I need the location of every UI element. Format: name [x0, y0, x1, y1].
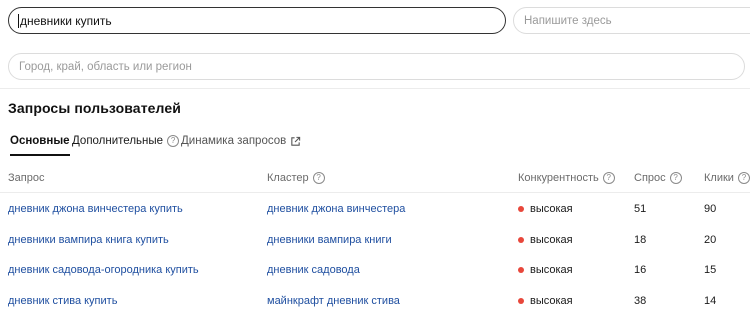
competition-cell: высокая — [518, 234, 573, 246]
competition-dot-icon — [518, 298, 524, 304]
tab-main-label: Основные — [10, 135, 70, 147]
cluster-link[interactable]: дневник садовода — [267, 264, 360, 276]
demand-value: 38 — [634, 295, 647, 307]
competition-label: высокая — [530, 264, 573, 276]
competition-dot-icon — [518, 267, 524, 273]
question-circle-icon[interactable]: ? — [312, 172, 325, 184]
competition-cell: высокая — [518, 295, 573, 307]
column-header-query-label: Запрос — [8, 172, 45, 184]
query-link[interactable]: дневник садовода-огородника купить — [8, 264, 199, 276]
aux-input-placeholder: Напишите здесь — [524, 14, 612, 27]
question-circle-icon[interactable]: ? — [602, 172, 615, 184]
clicks-value: 14 — [704, 295, 717, 307]
divider — [0, 88, 750, 89]
text-caret — [18, 13, 19, 28]
demand-value: 18 — [634, 234, 647, 246]
clicks-value: 15 — [704, 264, 717, 276]
table-row: дневник стива купить майнкрафт дневник с… — [0, 286, 750, 317]
external-link-icon — [290, 136, 301, 147]
column-header-clicks-label: Клики — [704, 172, 734, 184]
column-header-cluster: Кластер ? — [267, 172, 325, 184]
table-row: дневник садовода-огородника купить дневн… — [0, 255, 750, 286]
tab-additional[interactable]: Дополнительные ? — [72, 134, 180, 148]
cluster-link[interactable]: дневники вампира книги — [267, 234, 392, 246]
column-header-demand: Спрос ? — [634, 172, 682, 184]
demand-value: 16 — [634, 264, 647, 276]
cluster-link[interactable]: дневник джона винчестера — [267, 203, 405, 215]
competition-dot-icon — [518, 237, 524, 243]
column-header-query: Запрос — [8, 172, 44, 184]
competition-label: высокая — [530, 234, 573, 246]
demand-value: 51 — [634, 203, 647, 215]
aux-input[interactable]: Напишите здесь — [513, 7, 750, 34]
competition-label: высокая — [530, 295, 573, 307]
column-header-competition: Конкурентность ? — [518, 172, 615, 184]
search-input[interactable]: дневники купить — [8, 7, 506, 34]
tab-additional-label: Дополнительные — [72, 135, 164, 147]
query-link[interactable]: дневник стива купить — [8, 295, 117, 307]
question-circle-icon[interactable]: ? — [737, 172, 750, 184]
competition-cell: высокая — [518, 203, 573, 215]
competition-dot-icon — [518, 206, 524, 212]
column-header-clicks: Клики ? — [704, 172, 750, 184]
competition-label: высокая — [530, 203, 573, 215]
cluster-link[interactable]: майнкрафт дневник стива — [267, 295, 400, 307]
tab-dynamics-label: Динамика запросов — [181, 135, 287, 147]
table-row: дневники вампира книга купить дневники в… — [0, 225, 750, 256]
clicks-value: 20 — [704, 234, 717, 246]
query-link[interactable]: дневник джона винчестера купить — [8, 203, 183, 215]
tab-main[interactable]: Основные — [10, 134, 70, 156]
question-circle-icon[interactable]: ? — [167, 135, 180, 147]
competition-cell: высокая — [518, 264, 573, 276]
search-query-text: дневники купить — [20, 13, 112, 28]
query-link[interactable]: дневники вампира книга купить — [8, 234, 169, 246]
column-header-competition-label: Конкурентность — [518, 172, 599, 184]
region-input[interactable]: Город, край, область или регион — [8, 53, 745, 80]
column-header-demand-label: Спрос — [634, 172, 666, 184]
question-circle-icon[interactable]: ? — [669, 172, 682, 184]
column-header-cluster-label: Кластер — [267, 172, 309, 184]
tab-dynamics[interactable]: Динамика запросов — [181, 134, 301, 148]
section-title: Запросы пользователей — [8, 100, 181, 116]
clicks-value: 90 — [704, 203, 717, 215]
table-header: Запрос Кластер ? Конкурентность ? Спрос … — [0, 166, 750, 193]
table-row: дневник джона винчестера купить дневник … — [0, 194, 750, 225]
region-input-placeholder: Город, край, область или регион — [19, 60, 192, 73]
